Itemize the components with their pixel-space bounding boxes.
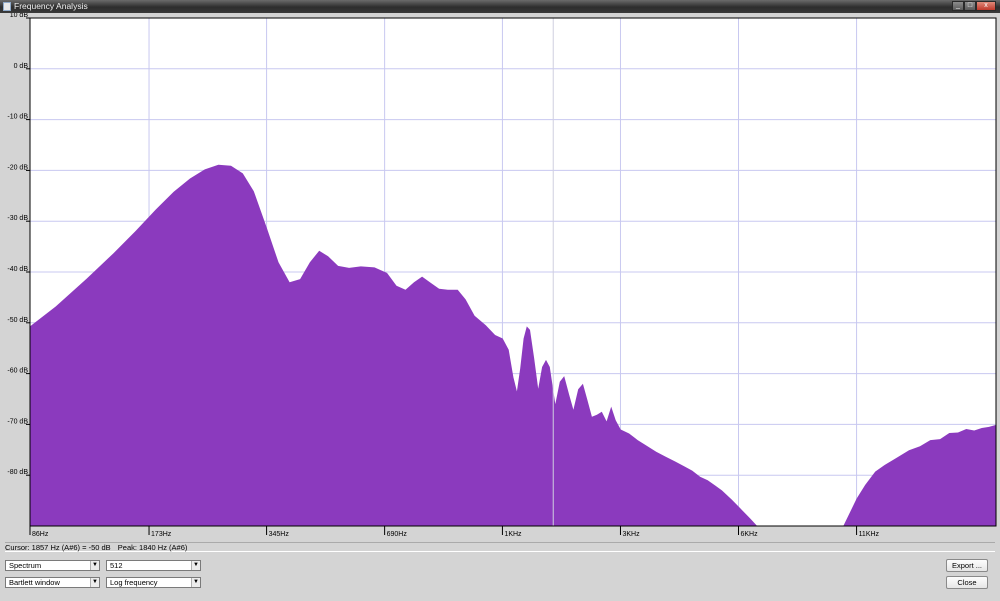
axis-select[interactable]: Log frequency ▼ <box>106 577 201 588</box>
chevron-down-icon: ▼ <box>90 578 99 587</box>
title-bar[interactable]: Frequency Analysis _ □ x <box>0 0 1000 13</box>
app-icon <box>3 2 11 11</box>
y-tick-label: 0 dB <box>14 63 29 70</box>
close-button[interactable]: Close <box>946 576 988 589</box>
window-function-value: Bartlett window <box>9 578 60 587</box>
chevron-down-icon: ▼ <box>90 561 99 570</box>
spectrum-plot[interactable]: 10 dB 0 dB -10 dB -20 dB -30 dB -40 dB -50 dB -… <box>0 13 1000 541</box>
peak-readout: Peak: 1840 Hz (A#6) <box>117 543 188 552</box>
x-tick-label: 173Hz <box>151 531 172 538</box>
size-select[interactable]: 512 ▼ <box>106 560 201 571</box>
chevron-down-icon: ▼ <box>191 578 200 587</box>
y-tick-label: -70 dB <box>7 418 28 425</box>
minimize-button[interactable]: _ <box>952 1 964 11</box>
size-value: 512 <box>110 561 123 570</box>
window-function-select[interactable]: Bartlett window ▼ <box>5 577 100 588</box>
x-tick-label: 3KHz <box>622 531 640 538</box>
y-tick-label: -40 dB <box>7 266 28 273</box>
y-tick-label: -10 dB <box>7 114 28 121</box>
algorithm-select[interactable]: Spectrum ▼ <box>5 560 100 571</box>
x-tick-label: 1KHz <box>504 531 522 538</box>
cursor-readout: Cursor: 1857 Hz (A#6) = -50 dB <box>5 543 111 552</box>
x-tick-label: 345Hz <box>269 531 290 538</box>
maximize-button[interactable]: □ <box>964 1 976 11</box>
y-tick-label: -60 dB <box>7 368 28 375</box>
chevron-down-icon: ▼ <box>191 561 200 570</box>
x-tick-label: 11KHz <box>859 531 880 538</box>
y-tick-label: -50 dB <box>7 317 28 324</box>
window-controls: _ □ x <box>952 1 996 12</box>
y-tick-label: -30 dB <box>7 215 28 222</box>
x-tick-label: 690Hz <box>387 531 408 538</box>
x-tick-label: 6KHz <box>741 531 759 538</box>
axis-value: Log frequency <box>110 578 158 587</box>
y-tick-label: -80 dB <box>7 469 28 476</box>
export-button[interactable]: Export ... <box>946 559 988 572</box>
spectrum-plot-area: 10 dB 0 dB -10 dB -20 dB -30 dB -40 dB -50 dB -… <box>0 13 1000 541</box>
close-window-button[interactable]: x <box>976 1 996 11</box>
x-tick-label: 86Hz <box>32 531 49 538</box>
algorithm-value: Spectrum <box>9 561 42 570</box>
status-line: Cursor: 1857 Hz (A#6) = -50 dB Peak: 184… <box>5 542 995 552</box>
window-title: Frequency Analysis <box>14 1 88 11</box>
y-tick-label: 10 dB <box>10 13 29 19</box>
y-tick-label: -20 dB <box>7 164 28 171</box>
